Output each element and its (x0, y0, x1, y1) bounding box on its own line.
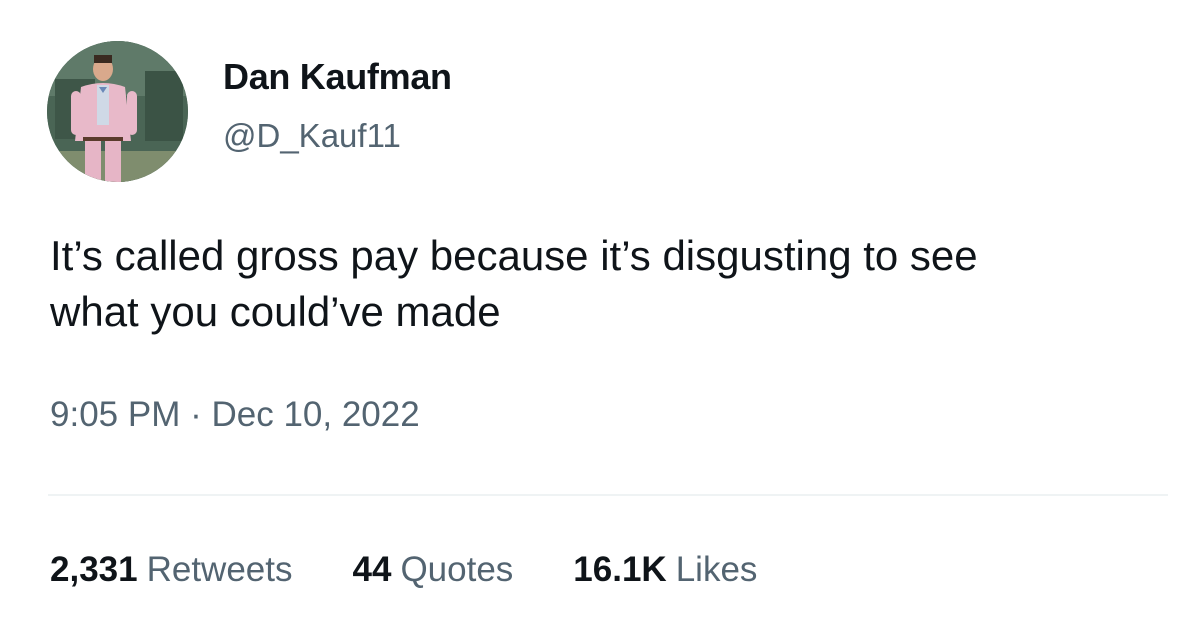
tweet-text-line: what you could’ve made (50, 288, 501, 335)
author-handle[interactable]: @D_Kauf11 (223, 117, 401, 155)
author-display-name[interactable]: Dan Kaufman (223, 56, 452, 98)
engagement-stats: 2,331 Retweets 44 Quotes 16.1K Likes (50, 550, 817, 590)
likes-stat[interactable]: 16.1K Likes (573, 550, 757, 590)
quotes-stat[interactable]: 44 Quotes (353, 550, 514, 590)
timestamp-separator: · (190, 395, 202, 434)
profile-photo-icon (47, 41, 188, 182)
retweets-label: Retweets (146, 550, 293, 589)
tweet-text: It’s called gross pay because it’s disgu… (50, 228, 1170, 340)
retweets-stat[interactable]: 2,331 Retweets (50, 550, 293, 590)
tweet-timestamp: 9:05 PM · Dec 10, 2022 (50, 395, 420, 435)
avatar[interactable] (47, 41, 188, 182)
likes-count: 16.1K (573, 550, 667, 589)
likes-label: Likes (675, 550, 758, 589)
tweet-card: Dan Kaufman @D_Kauf11 It’s called gross … (0, 0, 1200, 630)
quotes-label: Quotes (400, 550, 514, 589)
quotes-count: 44 (352, 550, 392, 589)
tweet-time-link[interactable]: 9:05 PM (50, 395, 180, 434)
divider (48, 494, 1168, 496)
tweet-date-link[interactable]: Dec 10, 2022 (211, 395, 419, 434)
retweets-count: 2,331 (50, 550, 138, 589)
tweet-text-line: It’s called gross pay because it’s disgu… (50, 232, 978, 279)
